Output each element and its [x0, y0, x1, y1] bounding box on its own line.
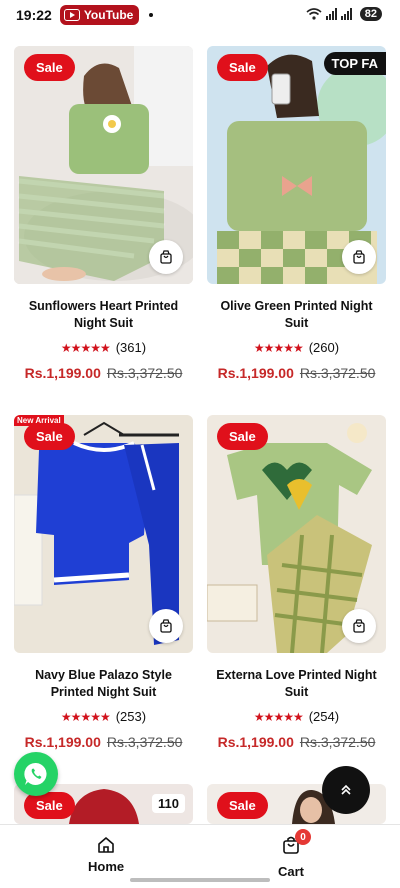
price-row: Rs.1,199.00 Rs.3,372.50 — [14, 365, 193, 381]
add-to-cart-button[interactable] — [149, 609, 183, 643]
whatsapp-icon — [24, 762, 47, 785]
nav-home-label: Home — [88, 859, 125, 874]
product-image[interactable]: Sale — [14, 46, 193, 284]
review-count: (361) — [115, 340, 147, 355]
scroll-to-top-button[interactable] — [322, 766, 370, 814]
sale-price: Rs.1,199.00 — [24, 734, 101, 750]
review-count: (260) — [308, 340, 340, 355]
product-card[interactable]: Sale Externa Love Printed Night Suit ★★★… — [207, 415, 386, 750]
original-price: Rs.3,372.50 — [106, 365, 183, 381]
product-card[interactable]: Sale Sunflowers Heart Printed Night Suit… — [14, 46, 193, 381]
home-indicator[interactable] — [130, 878, 270, 882]
sale-price: Rs.1,199.00 — [24, 365, 101, 381]
product-name[interactable]: Navy Blue Palazo Style Printed Night Sui… — [14, 667, 193, 701]
status-time: 19:22 — [16, 7, 52, 23]
status-bar: 19:22 YouTube 82 — [0, 0, 400, 30]
double-chevron-up-icon — [341, 784, 351, 795]
youtube-pill-label: YouTube — [83, 8, 134, 22]
youtube-icon — [63, 9, 80, 21]
nav-cart[interactable]: 0 Cart — [278, 829, 311, 879]
rating-stars-icon: ★★★★★ — [60, 340, 111, 355]
status-icons: 82 — [306, 7, 382, 21]
sale-badge: Sale — [217, 54, 268, 81]
whatsapp-button[interactable] — [14, 752, 58, 796]
original-price: Rs.3,372.50 — [106, 734, 183, 750]
product-image[interactable]: New Arrival Sale — [14, 415, 193, 653]
shopping-bag-icon — [160, 250, 172, 264]
youtube-pill[interactable]: YouTube — [59, 5, 140, 25]
product-rating: ★★★★★ (254) — [207, 709, 386, 724]
sale-badge: Sale — [217, 423, 268, 450]
product-name[interactable]: Externa Love Printed Night Suit — [207, 667, 386, 701]
product-card[interactable]: New Arrival Sale Navy Blue Palazo Style … — [14, 415, 193, 750]
battery-indicator: 82 — [359, 7, 382, 21]
review-count: (254) — [308, 709, 340, 724]
rating-stars-icon: ★★★★★ — [253, 709, 304, 724]
product-rating: ★★★★★ (253) — [14, 709, 193, 724]
price-row: Rs.1,199.00 Rs.3,372.50 — [207, 734, 386, 750]
add-to-cart-button[interactable] — [342, 240, 376, 274]
original-price: Rs.3,372.50 — [299, 365, 376, 381]
add-to-cart-button[interactable] — [149, 240, 183, 274]
wifi-icon — [306, 8, 322, 20]
product-name[interactable]: Olive Green Printed Night Suit — [207, 298, 386, 332]
signal-icon — [340, 8, 352, 20]
product-rating: ★★★★★ (260) — [207, 340, 386, 355]
product-name[interactable]: Sunflowers Heart Printed Night Suit — [14, 298, 193, 332]
product-image[interactable]: Sale — [207, 415, 386, 653]
sale-badge: Sale — [217, 792, 268, 819]
original-price: Rs.3,372.50 — [299, 734, 376, 750]
count-badge: 110 — [152, 794, 185, 813]
rating-stars-icon: ★★★★★ — [60, 709, 111, 724]
product-rating: ★★★★★ (361) — [14, 340, 193, 355]
product-card[interactable]: Sale TOP FA Olive Green Printed Night Su… — [207, 46, 386, 381]
nav-cart-label: Cart — [278, 864, 305, 879]
shopping-bag-icon — [353, 619, 365, 633]
sale-badge: Sale — [24, 54, 75, 81]
top-badge: TOP FA — [323, 52, 386, 75]
review-count: (253) — [115, 709, 147, 724]
shopping-bag-icon — [353, 250, 365, 264]
notification-dot — [149, 13, 154, 17]
sale-price: Rs.1,199.00 — [217, 365, 294, 381]
signal-icon — [325, 8, 337, 20]
cart-icon-wrap: 0 — [281, 829, 311, 860]
add-to-cart-button[interactable] — [342, 609, 376, 643]
sale-price: Rs.1,199.00 — [217, 734, 294, 750]
shopping-bag-icon — [160, 619, 172, 633]
sale-badge: Sale — [24, 792, 75, 819]
cart-count-badge: 0 — [295, 829, 311, 845]
price-row: Rs.1,199.00 Rs.3,372.50 — [207, 365, 386, 381]
rating-stars-icon: ★★★★★ — [253, 340, 304, 355]
nav-home[interactable]: Home — [88, 835, 124, 874]
sale-badge: Sale — [24, 423, 75, 450]
price-row: Rs.1,199.00 Rs.3,372.50 — [14, 734, 193, 750]
product-image[interactable]: Sale TOP FA — [207, 46, 386, 284]
home-icon — [98, 837, 114, 853]
